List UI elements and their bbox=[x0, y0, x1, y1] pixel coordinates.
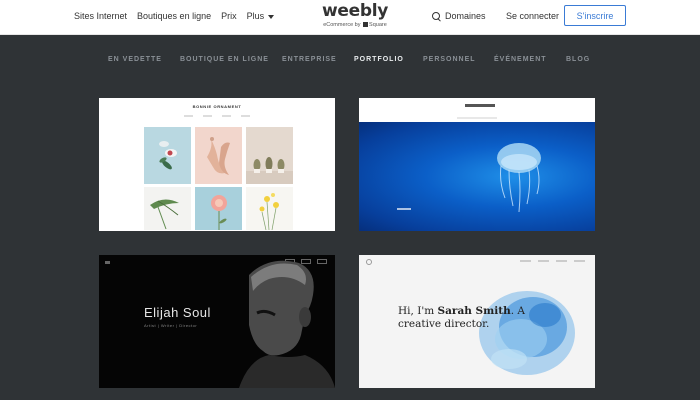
login-link[interactable]: Se connecter bbox=[506, 0, 559, 32]
template-card-elijah[interactable]: Elijah Soul Artist | Writer | Director bbox=[99, 255, 335, 388]
template-logo bbox=[366, 259, 372, 265]
domains-link[interactable]: Domaines bbox=[432, 0, 486, 32]
tab-event[interactable]: ÉVÉNEMENT bbox=[494, 56, 547, 63]
template-card-sarah[interactable]: Hi, I'm Sarah Smith. A creative director… bbox=[359, 255, 595, 388]
nav-more-label: Plus bbox=[246, 11, 265, 21]
photo-palm-leaf bbox=[144, 187, 191, 230]
intro-text-name: Sarah Smith bbox=[437, 305, 511, 317]
template-intro-text: Hi, I'm Sarah Smith. A creative director… bbox=[398, 305, 538, 330]
category-tabs: EN VEDETTE BOUTIQUE EN LIGNE ENTREPRISE … bbox=[0, 52, 700, 68]
template-card-jellyfish[interactable] bbox=[359, 98, 595, 231]
intro-text-part: Hi, I'm bbox=[398, 305, 438, 317]
template-header bbox=[359, 98, 595, 116]
nav-more[interactable]: Plus bbox=[247, 11, 275, 21]
tab-personal[interactable]: PERSONNEL bbox=[423, 56, 476, 63]
template-mini-nav bbox=[457, 117, 497, 119]
logo-wordmark: weebly bbox=[321, 1, 389, 21]
template-card-gallery[interactable]: BONNIE ORNAMENT bbox=[99, 98, 335, 231]
jellyfish-hero-image bbox=[359, 122, 595, 231]
weebly-logo[interactable]: weebly eCommerce by Square bbox=[300, 1, 410, 29]
portrait-image bbox=[239, 260, 335, 388]
tab-blog[interactable]: BLOG bbox=[566, 56, 590, 63]
logo-tagline-brand: Square bbox=[369, 22, 387, 28]
square-icon bbox=[363, 22, 369, 28]
template-mini-nav bbox=[99, 115, 335, 117]
template-mini-nav bbox=[520, 260, 585, 262]
nav-pricing[interactable]: Prix bbox=[221, 11, 237, 21]
blue-ink-image bbox=[479, 291, 575, 375]
photo-hands bbox=[195, 127, 242, 184]
top-nav: Sites Internet Boutiques en ligne Prix P… bbox=[0, 0, 700, 35]
photo-cacti bbox=[246, 127, 293, 184]
photo-yellow-flowers bbox=[246, 187, 293, 230]
logo-tagline: eCommerce by Square bbox=[300, 21, 410, 29]
nav-stores[interactable]: Boutiques en ligne bbox=[137, 11, 211, 21]
template-logo bbox=[465, 104, 495, 107]
tab-business[interactable]: ENTREPRISE bbox=[282, 56, 337, 63]
nav-sites[interactable]: Sites Internet bbox=[74, 11, 127, 21]
logo-tagline-text: eCommerce by bbox=[323, 22, 361, 28]
main-menu: Sites Internet Boutiques en ligne Prix P… bbox=[74, 0, 275, 32]
tab-online-store[interactable]: BOUTIQUE EN LIGNE bbox=[180, 56, 269, 63]
photo-pink-flower bbox=[195, 187, 242, 230]
template-subheading: Artist | Writer | Director bbox=[144, 323, 198, 328]
template-logo bbox=[105, 261, 110, 264]
signup-button[interactable]: S'inscrire bbox=[564, 5, 626, 26]
search-icon bbox=[432, 11, 441, 21]
photo-flower-blue bbox=[144, 127, 191, 184]
chevron-down-icon bbox=[268, 14, 275, 19]
template-heading: Elijah Soul bbox=[144, 305, 211, 320]
photo-grid bbox=[144, 127, 295, 230]
template-site-title: BONNIE ORNAMENT bbox=[192, 104, 242, 109]
tab-featured[interactable]: EN VEDETTE bbox=[108, 56, 162, 63]
template-caption bbox=[397, 208, 411, 210]
domains-label: Domaines bbox=[445, 11, 486, 21]
tab-portfolio[interactable]: PORTFOLIO bbox=[354, 56, 404, 63]
